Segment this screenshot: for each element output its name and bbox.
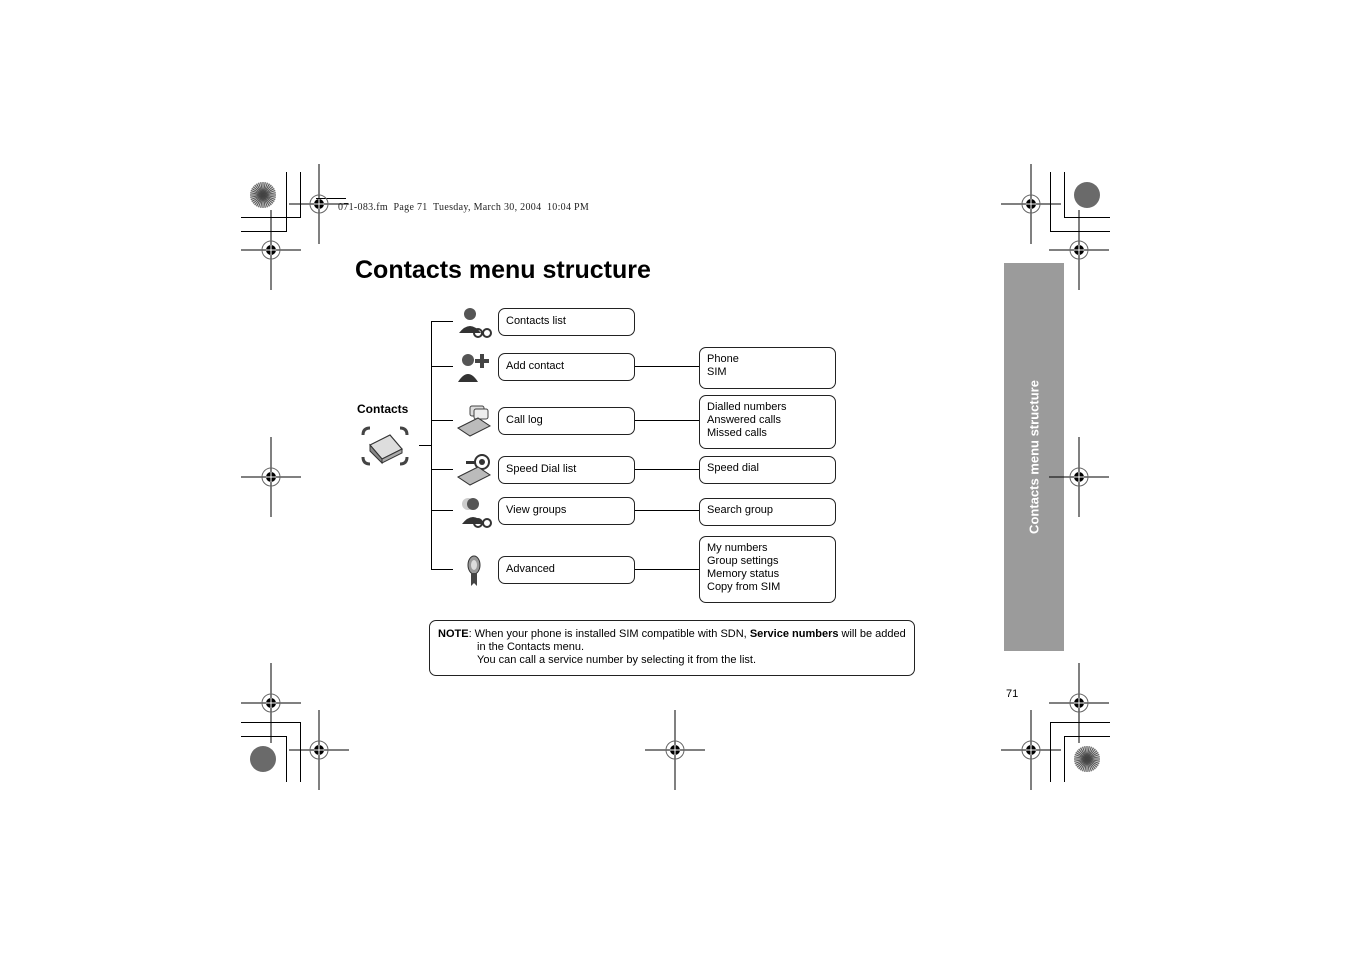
menu-item-contacts-list[interactable]: Contacts list — [498, 308, 635, 336]
advanced-icon — [467, 555, 481, 586]
registration-mark — [241, 210, 301, 290]
crop-line — [300, 172, 301, 218]
submenu-item[interactable]: Search group — [707, 504, 835, 517]
registration-mark — [1049, 210, 1109, 290]
submenu-connector — [635, 569, 699, 570]
service-numbers: Service numbers — [749, 628, 839, 640]
branch-line — [431, 420, 453, 421]
branch-line — [431, 510, 453, 511]
submenu-box: Search group — [699, 498, 836, 526]
crop-line — [1050, 172, 1051, 232]
crop-line — [1050, 722, 1110, 723]
submenu-connector — [635, 510, 699, 511]
crop-line — [286, 736, 287, 782]
submenu-connector — [635, 469, 699, 470]
crop-line — [1064, 736, 1110, 737]
root-connector — [419, 445, 431, 446]
submenu-item[interactable]: Dialled numbers — [707, 401, 835, 414]
menu-item-speed-dial-list[interactable]: Speed Dial list — [498, 456, 635, 484]
note-box: NOTE: When your phone is installed SIM c… — [429, 620, 915, 676]
submenu-item[interactable]: Missed calls — [707, 427, 835, 440]
crop-line — [241, 217, 301, 218]
submenu-connector — [635, 420, 699, 421]
crop-line — [241, 231, 287, 232]
crop-line — [1050, 722, 1051, 782]
root-label: Contacts — [357, 402, 409, 416]
submenu-box: Speed dial — [699, 456, 836, 484]
contacts-list-icon — [459, 308, 492, 338]
submenu-item[interactable]: Copy from SIM — [707, 581, 835, 594]
trunk-line — [431, 321, 432, 569]
page-number: 71 — [1006, 688, 1019, 700]
star-target — [1074, 746, 1100, 772]
note-label: NOTE — [438, 628, 469, 640]
branch-line — [431, 569, 453, 570]
density-patch — [1074, 182, 1100, 208]
submenu-item[interactable]: My numbers — [707, 542, 835, 555]
submenu-item[interactable]: SIM — [707, 366, 835, 379]
menu-item-advanced[interactable]: Advanced — [498, 556, 635, 584]
star-target — [250, 182, 276, 208]
submenu-item[interactable]: Group settings — [707, 555, 835, 568]
registration-mark — [241, 437, 301, 517]
submenu-item[interactable]: Speed dial — [707, 462, 835, 475]
branch-line — [431, 469, 453, 470]
crop-line — [1064, 736, 1065, 782]
page-title: Contacts menu structure — [355, 256, 651, 284]
density-patch — [250, 746, 276, 772]
file-header: 071-083.fm Page 71 Tuesday, March 30, 20… — [338, 202, 590, 213]
branch-line — [431, 366, 453, 367]
call-log-icon — [457, 405, 491, 437]
submenu-item[interactable]: Phone — [707, 353, 835, 366]
crop-line — [1064, 217, 1110, 218]
menu-item-add-contact[interactable]: Add contact — [498, 353, 635, 381]
crop-line — [241, 736, 287, 737]
registration-mark — [1049, 437, 1109, 517]
side-tab-label: Contacts menu structure — [1026, 380, 1042, 534]
view-groups-icon — [462, 498, 492, 528]
submenu-box: Phone SIM — [699, 347, 836, 389]
submenu-item[interactable]: Answered calls — [707, 414, 835, 427]
crop-line — [241, 722, 301, 723]
crop-line — [1064, 172, 1065, 218]
submenu-item[interactable]: Memory status — [707, 568, 835, 581]
crop-line — [286, 172, 287, 232]
crop-line — [300, 722, 301, 782]
submenu-box: My numbers Group settings Memory status Cop… — [699, 536, 836, 603]
phone-book-icon — [361, 426, 409, 466]
menu-item-call-log[interactable]: Call log — [498, 407, 635, 435]
menu-item-view-groups[interactable]: View groups — [498, 497, 635, 525]
speed-dial-icon — [457, 454, 491, 486]
branch-line — [431, 321, 453, 322]
submenu-connector — [635, 366, 699, 367]
add-contact-icon — [458, 354, 489, 382]
submenu-box: Dialled numbers Answered calls Missed call… — [699, 395, 836, 449]
crop-line — [1050, 231, 1110, 232]
registration-mark — [645, 710, 705, 790]
